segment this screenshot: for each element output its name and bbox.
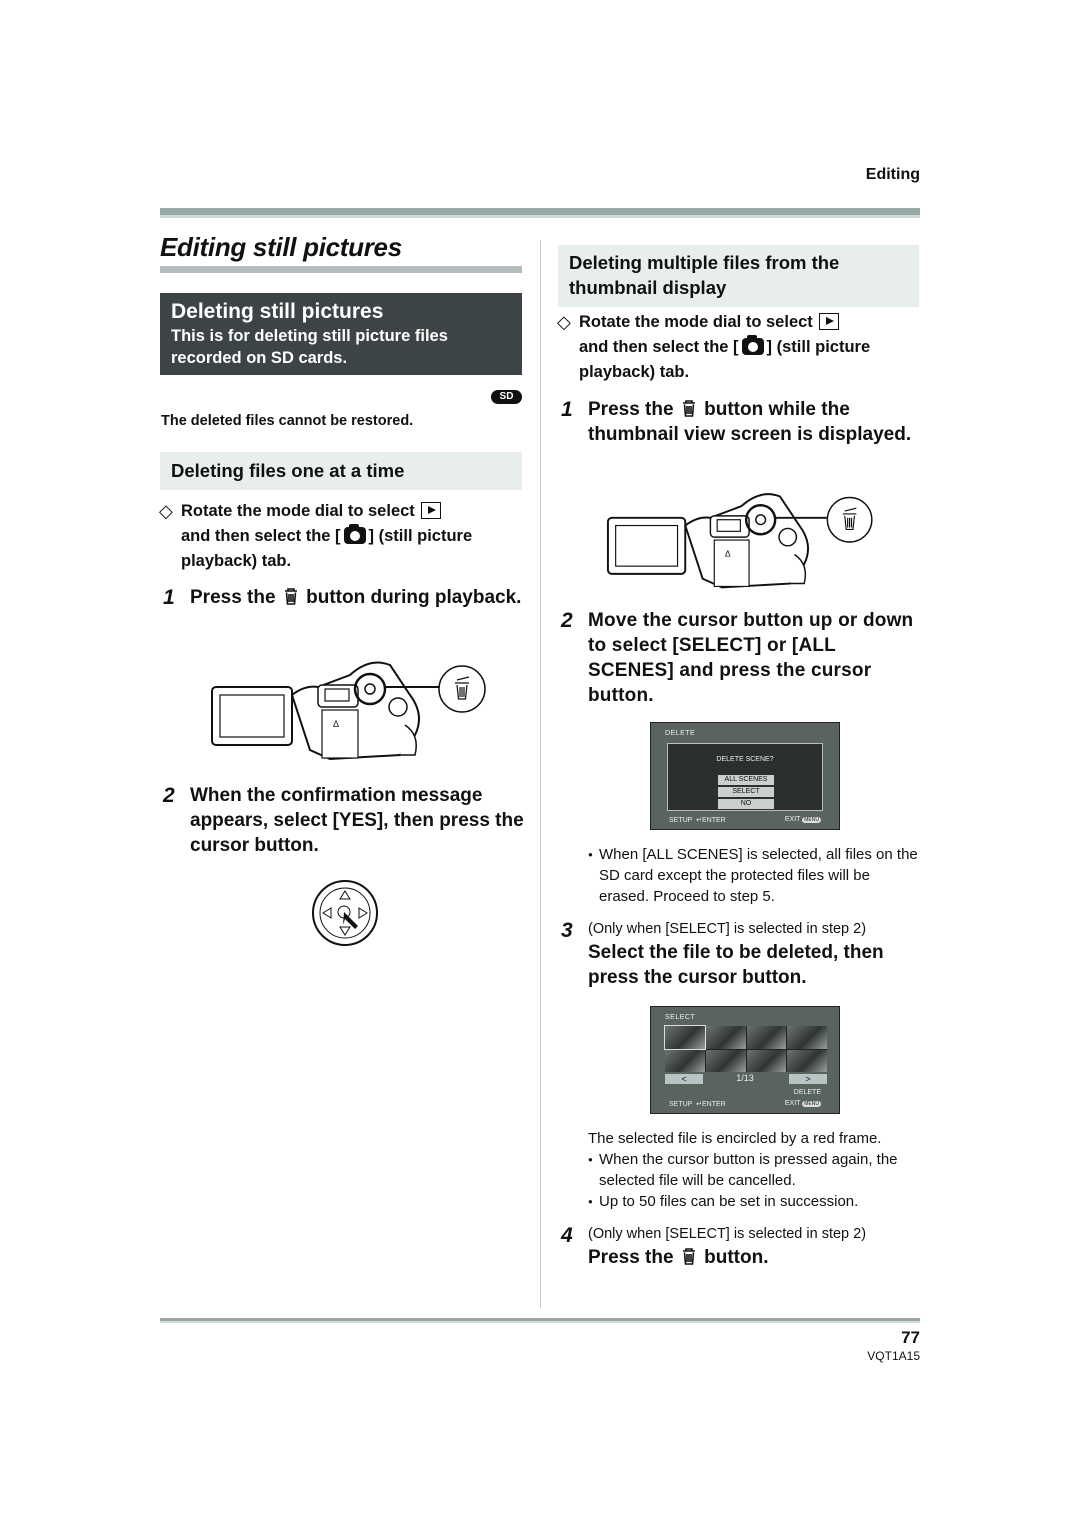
prerequisite-right: ◇ Rotate the mode dial to select and the…	[557, 312, 871, 381]
menu-pill: MENU	[802, 817, 821, 823]
thumbnail[interactable]	[705, 1026, 746, 1049]
trash-icon	[682, 400, 695, 417]
page-number: 77	[901, 1328, 920, 1347]
prerequisite-left: ◇ Rotate the mode dial to select and the…	[159, 501, 473, 570]
camera-icon	[343, 524, 366, 544]
section-subtitle: This is for deleting still picture files…	[171, 327, 448, 367]
step-3-right: 3 (Only when [SELECT] is selected in ste…	[561, 918, 923, 990]
column-divider	[540, 240, 541, 1308]
camcorder-illustration: Δ	[606, 493, 873, 589]
top-rule	[160, 208, 920, 218]
step-1-right: 1 Press the button while the thumbnail v…	[561, 398, 912, 445]
confirmation-dialog: DELETE SCENE? ALL SCENES SELECT NO	[667, 743, 823, 811]
option-select[interactable]: SELECT	[718, 787, 774, 797]
svg-text:Δ: Δ	[333, 719, 339, 729]
title-rule	[160, 266, 522, 273]
thumbnail[interactable]	[746, 1049, 787, 1072]
diamond-marker: ◇	[557, 312, 571, 332]
warning-text: The deleted files cannot be restored.	[161, 413, 414, 429]
playback-mode-icon	[818, 313, 839, 330]
screen-title: DELETE	[665, 730, 696, 737]
thumbnail[interactable]	[787, 1026, 827, 1049]
step-2-right: 2 Move the cursor button up or down to s…	[561, 609, 914, 706]
thumbnail[interactable]	[664, 1025, 706, 1050]
step-4-right: 4 (Only when [SELECT] is selected in ste…	[561, 1223, 923, 1270]
sd-badge: SD	[491, 390, 522, 404]
thumbnail[interactable]	[787, 1049, 827, 1072]
step-condition: (Only when [SELECT] is selected in step …	[588, 1226, 867, 1242]
trash-icon	[284, 588, 297, 605]
bullet-item: Up to 50 files can be set in succession.	[588, 1191, 923, 1212]
select-thumbnail-screen: SELECT < 1/13 > DELETE SETUP ↵ENTER EXIT…	[650, 1006, 840, 1114]
bullet-item: When [ALL SCENES] is selected, all files…	[588, 844, 918, 907]
screen-footer: SETUP ↵ENTER EXIT MENU	[669, 1100, 821, 1108]
thumbnail[interactable]	[665, 1049, 705, 1072]
camera-icon	[741, 335, 764, 355]
bottom-rule	[160, 1318, 920, 1323]
section-header-box: Deleting still pictures This is for dele…	[160, 293, 522, 375]
playback-mode-icon	[420, 502, 441, 519]
next-page-button[interactable]: >	[789, 1074, 827, 1084]
menu-pill: MENU	[802, 1101, 821, 1107]
svg-text:Δ: Δ	[725, 548, 731, 558]
step-2-left: 2 When the confirmation message appears,…	[163, 784, 524, 856]
delete-confirmation-screen: DELETE DELETE SCENE? ALL SCENES SELECT N…	[650, 722, 840, 830]
camcorder-illustration: Δ	[211, 661, 486, 761]
note-list: The selected file is encircled by a red …	[588, 1128, 923, 1212]
screen-title: SELECT	[665, 1014, 696, 1021]
thumbnail[interactable]	[746, 1026, 787, 1049]
running-head: Editing	[865, 166, 920, 183]
bullet-item: When the cursor button is pressed again,…	[588, 1149, 923, 1191]
note-text: The selected file is encircled by a red …	[588, 1130, 882, 1147]
thumbnail[interactable]	[705, 1049, 746, 1072]
screen-footer: SETUP ↵ENTER EXIT MENU	[669, 816, 821, 824]
thumbnail-grid	[664, 1025, 827, 1072]
cursor-button-illustration	[312, 880, 378, 946]
dialog-question: DELETE SCENE?	[716, 756, 774, 763]
subheading-multiple-files: Deleting multiple files from the thumbna…	[558, 245, 919, 307]
document-code: VQT1A15	[867, 1349, 920, 1363]
section-title: Deleting still pictures	[171, 300, 384, 323]
option-all-scenes[interactable]: ALL SCENES	[718, 775, 774, 785]
page-title: Editing still pictures	[160, 232, 402, 262]
trash-icon	[682, 1248, 695, 1265]
diamond-marker: ◇	[159, 501, 173, 521]
step-1-left: 1 Press the button during playback.	[163, 586, 522, 609]
note-list: When [ALL SCENES] is selected, all files…	[588, 844, 918, 907]
subheading-one-at-a-time: Deleting files one at a time	[160, 452, 522, 490]
option-no[interactable]: NO	[718, 799, 774, 809]
step-condition: (Only when [SELECT] is selected in step …	[588, 921, 867, 937]
